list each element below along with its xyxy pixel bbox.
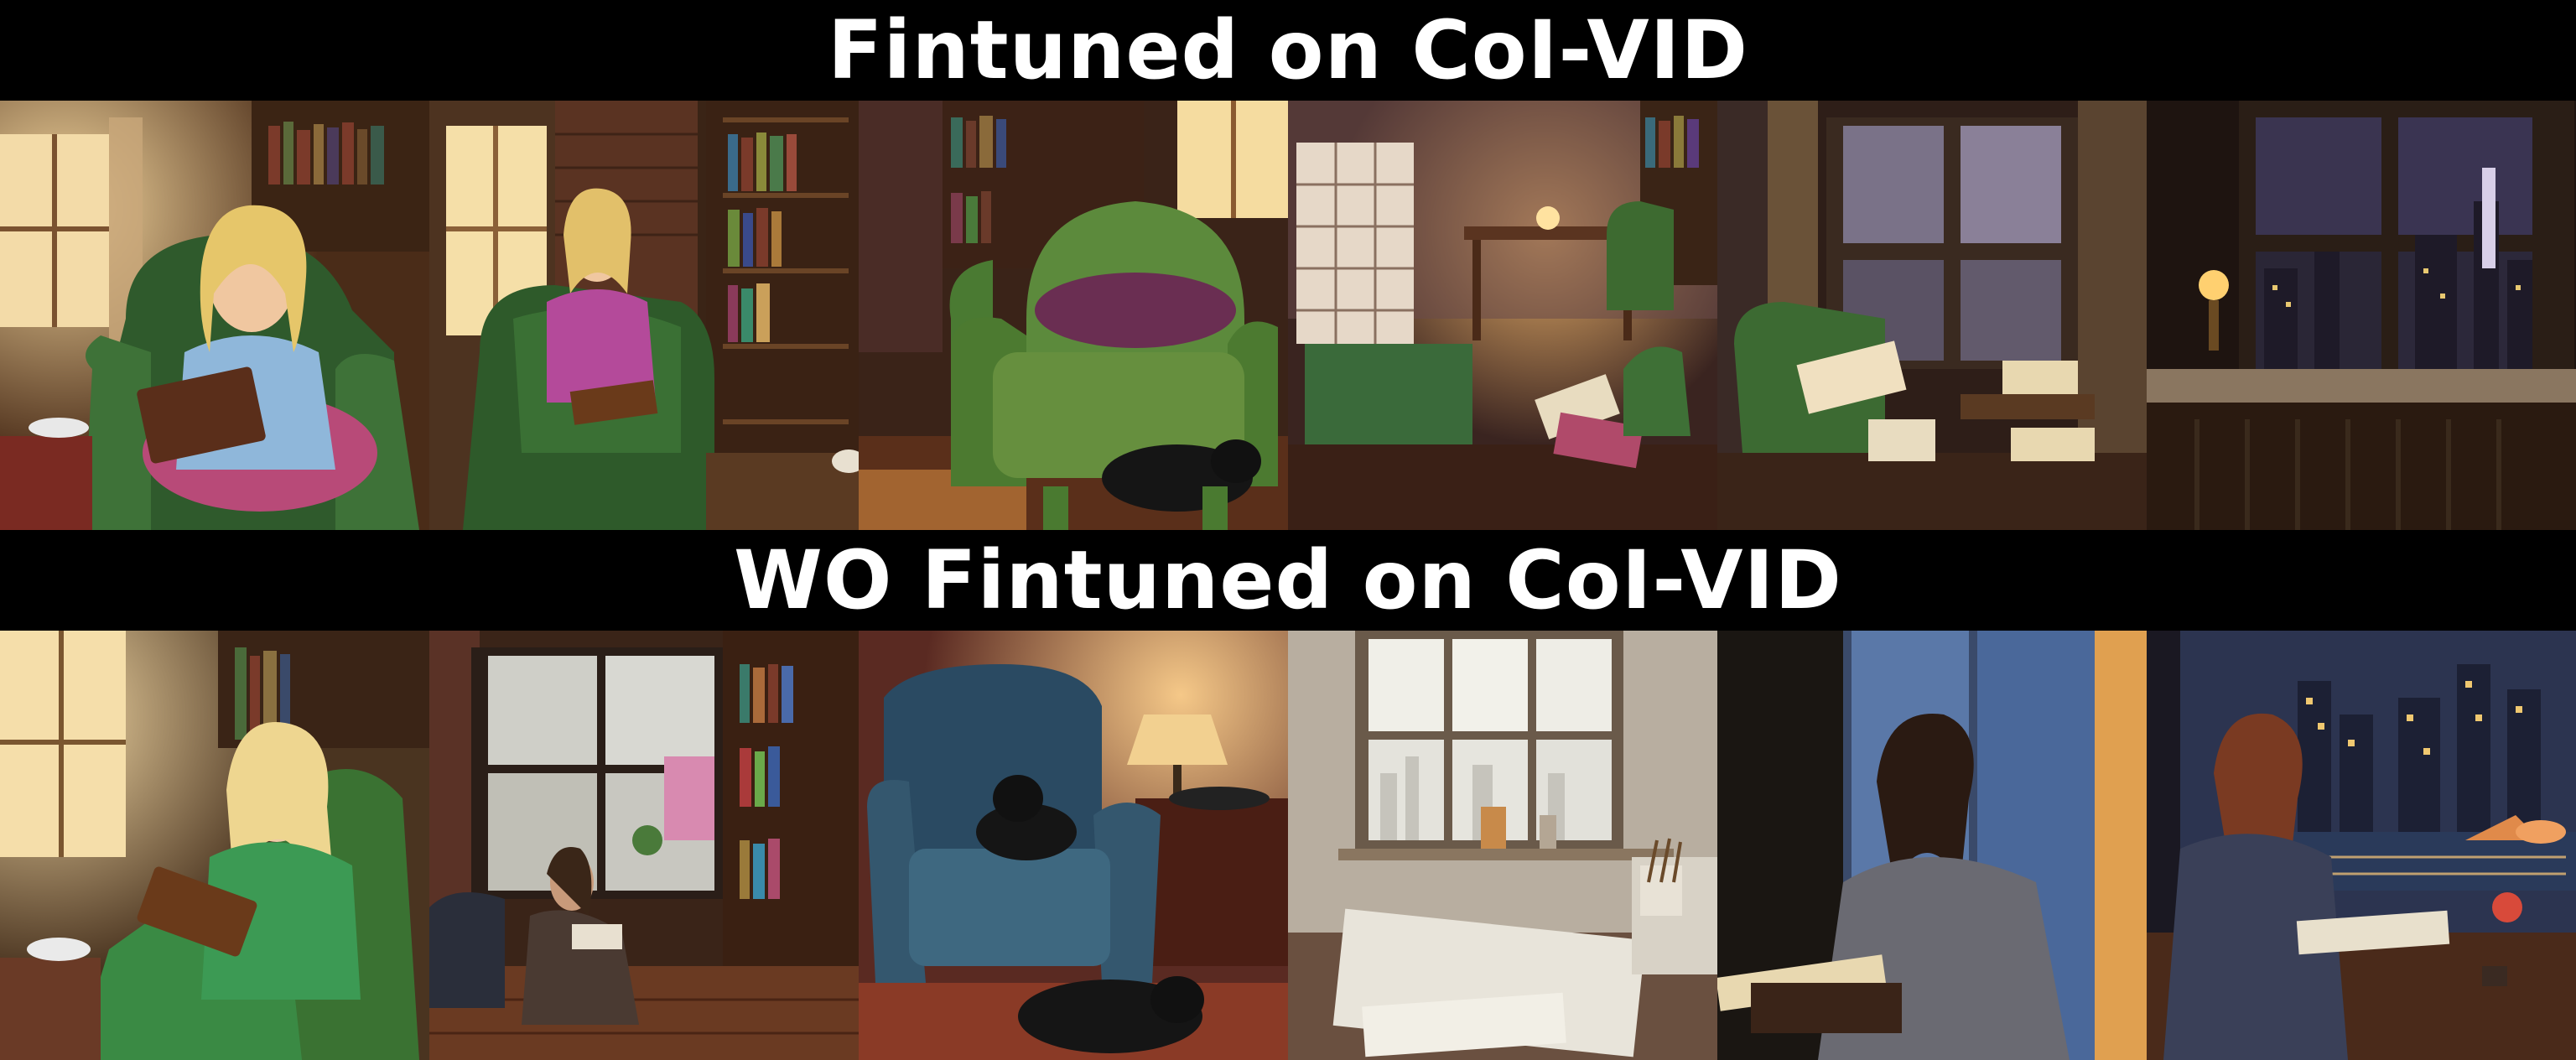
top-row-banner: Fintuned on CoI-VID [0, 0, 2576, 101]
baseline-frame-1 [0, 631, 429, 1060]
baseline-frame-4 [1288, 631, 1717, 1060]
finetuned-frame-5 [1717, 101, 2147, 530]
baseline-frame-6 [2147, 631, 2576, 1060]
baseline-frame-5 [1717, 631, 2147, 1060]
finetuned-frame-1 [0, 101, 429, 530]
baseline-frame-2 [429, 631, 859, 1060]
finetuned-frame-strip [0, 101, 2576, 530]
bottom-row-banner: WO Fintuned on CoI-VID [0, 530, 2576, 631]
finetuned-frame-6 [2147, 101, 2576, 530]
bottom-row-title: WO Fintuned on CoI-VID [734, 533, 1842, 627]
finetuned-frame-2 [429, 101, 859, 530]
top-row-title: Fintuned on CoI-VID [827, 3, 1749, 97]
finetuned-frame-3 [859, 101, 1288, 530]
baseline-frame-3 [859, 631, 1288, 1060]
baseline-frame-strip [0, 631, 2576, 1060]
finetuned-frame-4 [1288, 101, 1717, 530]
comparison-figure: Fintuned on CoI-VID WO Fintuned on CoI-V… [0, 0, 2576, 1060]
